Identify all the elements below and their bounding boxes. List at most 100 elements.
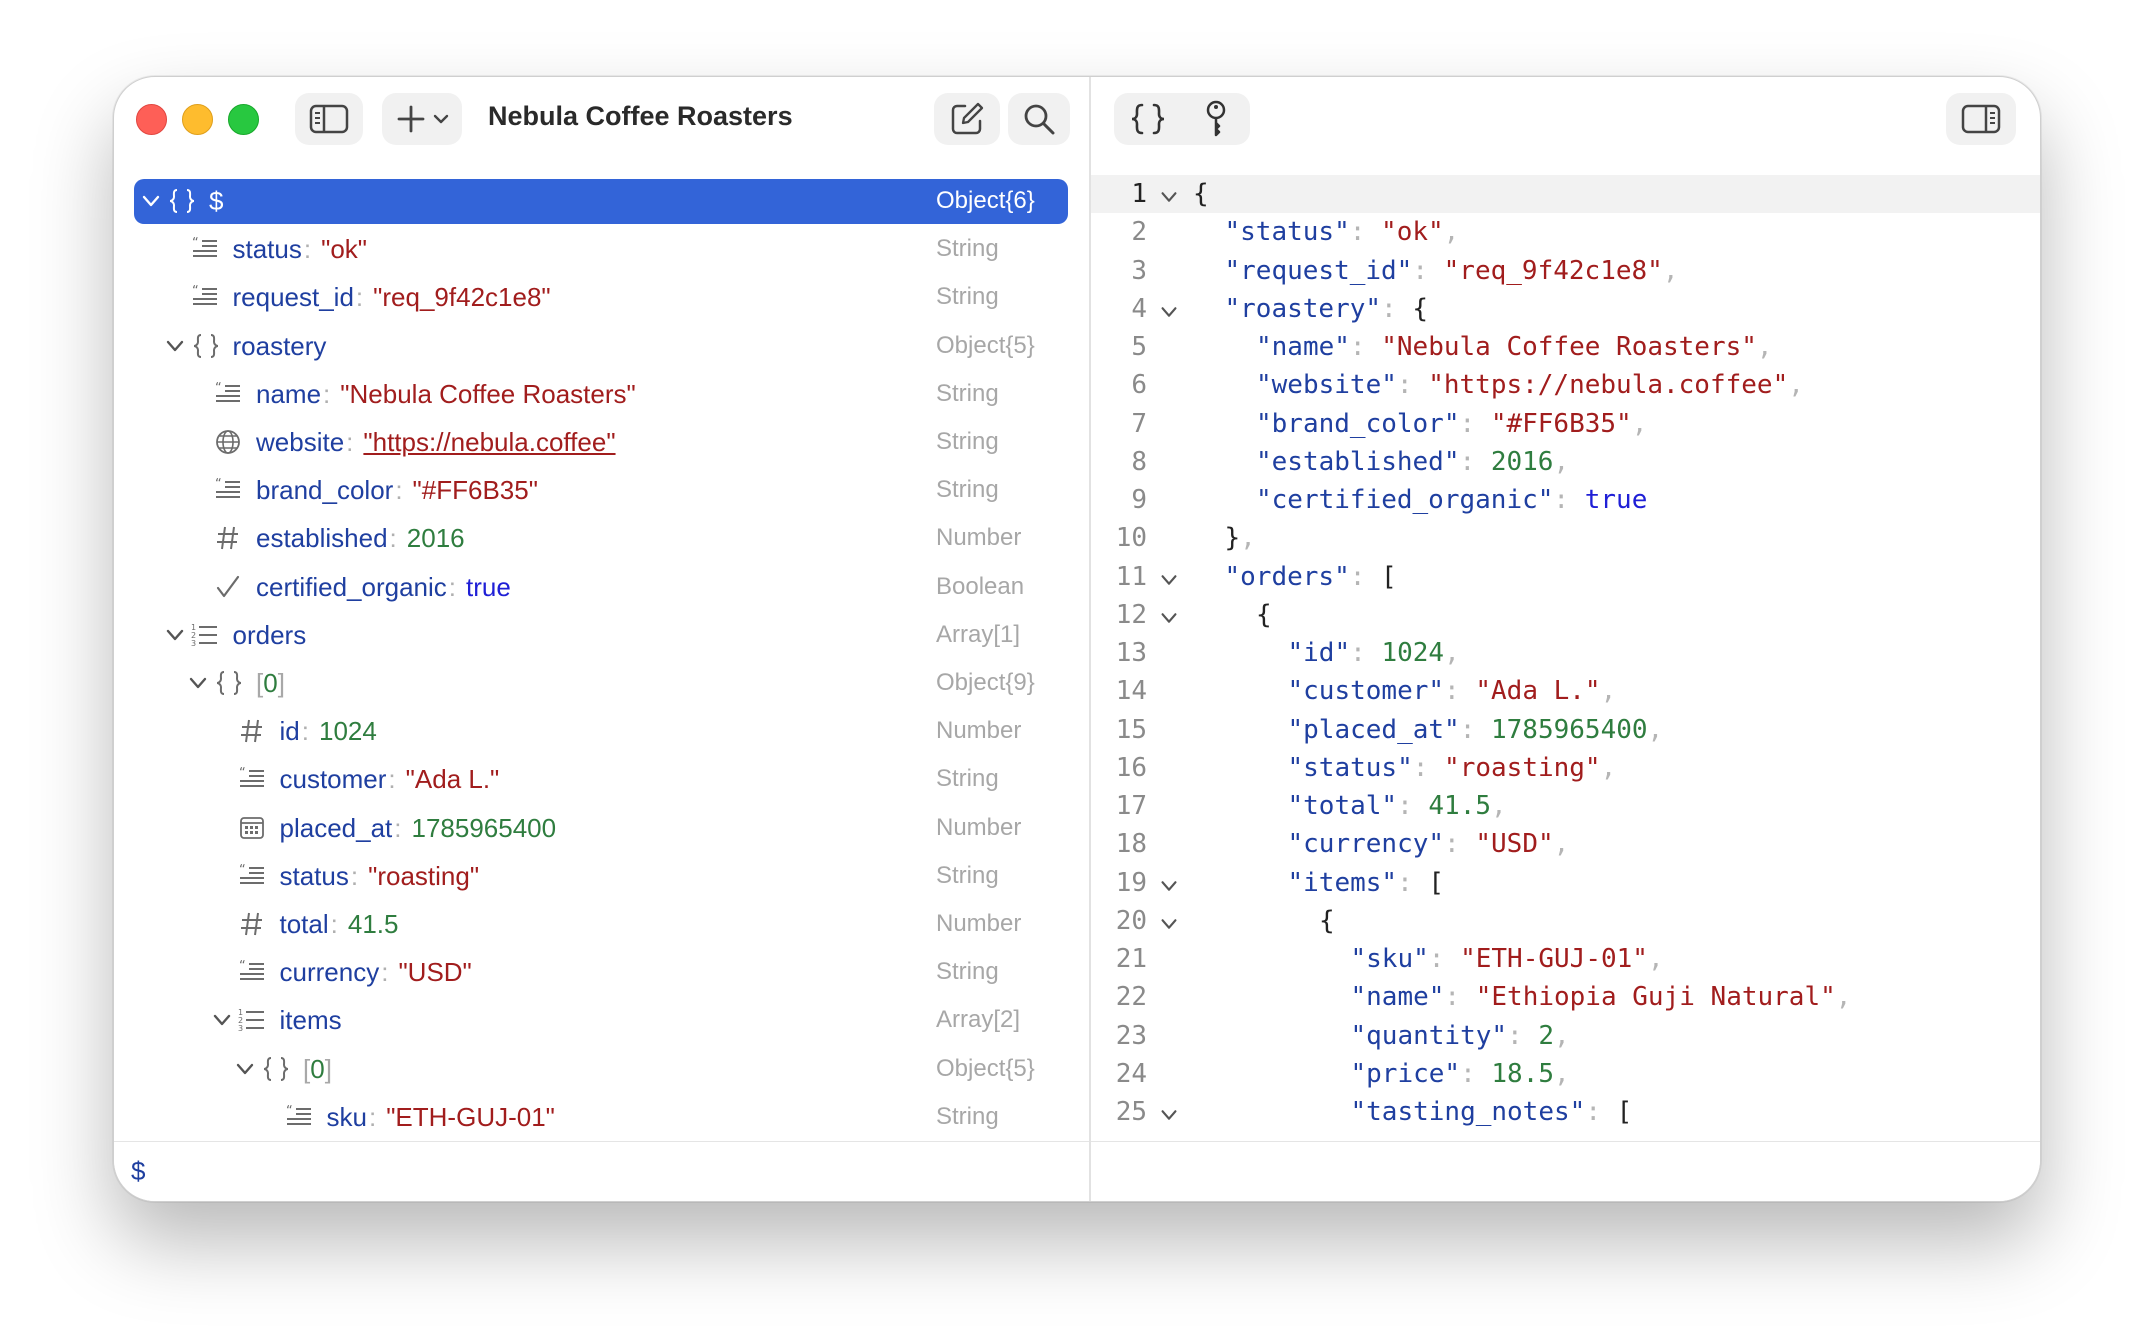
close-window-button[interactable]: [136, 104, 167, 135]
key-separator: :: [355, 282, 364, 313]
text-type-icon: “: [214, 380, 242, 408]
code-line[interactable]: 15 "placed_at": 1785965400,: [1091, 711, 2040, 749]
code-text: "name": "Nebula Coffee Roasters",: [1256, 332, 1773, 362]
toggle-sidebar-button[interactable]: [295, 93, 363, 145]
disclosure-chevron-icon[interactable]: [163, 334, 187, 358]
number-icon: [238, 910, 266, 938]
toggle-inspector-button[interactable]: [1946, 93, 2016, 145]
type-label: String: [936, 1102, 999, 1130]
key-view-button[interactable]: [1182, 93, 1250, 145]
code-line[interactable]: 2 "status": "ok",: [1091, 213, 2040, 251]
code-token: :: [1428, 944, 1461, 974]
fold-chevron-icon[interactable]: [1158, 606, 1180, 628]
code-line[interactable]: 24 "price": 18.5,: [1091, 1055, 2040, 1093]
fold-chevron-icon[interactable]: [1158, 568, 1180, 590]
current-path[interactable]: $: [131, 1156, 145, 1187]
tree-row[interactable]: “ status: "ok" String: [114, 225, 1089, 273]
key-separator: :: [395, 475, 403, 506]
fold-chevron-icon[interactable]: [1158, 1103, 1180, 1125]
disclosure-chevron-icon[interactable]: [233, 1057, 257, 1081]
code-token: :: [1585, 1097, 1617, 1127]
tree-row[interactable]: “ currency: "USD" String: [114, 948, 1089, 996]
code-token: "Ethiopia Guji Natural": [1475, 982, 1836, 1013]
code-text: "currency": "USD",: [1288, 829, 1570, 859]
tree-row[interactable]: established: 2016 Number: [114, 514, 1089, 562]
code-text: "request_id": "req_9f42c1e8",: [1225, 256, 1679, 286]
code-token: :: [1459, 408, 1491, 439]
fold-chevron-icon[interactable]: [1158, 300, 1180, 322]
zoom-window-button[interactable]: [228, 104, 259, 135]
code-line[interactable]: 1{: [1091, 175, 2040, 213]
tree-row[interactable]: [0] Object{5}: [114, 1045, 1089, 1093]
code-line[interactable]: 12 {: [1091, 596, 2040, 634]
tree-row[interactable]: total: 41.5 Number: [114, 900, 1089, 948]
tree-row[interactable]: “ request_id: "req_9f42c1e8" String: [114, 273, 1089, 321]
tree-row[interactable]: placed_at: 1785965400 Number: [114, 804, 1089, 852]
json-editor[interactable]: 1{2 "status": "ok", 3 "request_id": "req_9f…: [1091, 173, 2040, 1141]
code-line[interactable]: 22 "name": "Ethiopia Guji Natural",: [1091, 978, 2040, 1016]
disclosure-chevron-icon[interactable]: [163, 623, 187, 647]
tree-row-label: [0]: [303, 1054, 332, 1084]
disclosure-chevron-icon[interactable]: [186, 671, 210, 695]
key-name: orders: [232, 619, 307, 650]
tree-row[interactable]: “ customer: "Ada L." String: [114, 755, 1089, 803]
tree-row[interactable]: $ Object{6}: [114, 177, 1089, 225]
disclosure-chevron-icon[interactable]: [210, 1008, 234, 1032]
tree-row[interactable]: 1 2 3 items Array[2]: [114, 996, 1089, 1044]
fold-chevron-icon[interactable]: [1158, 874, 1180, 896]
code-line[interactable]: 13 "id": 1024,: [1091, 634, 2040, 672]
disclosure-chevron-icon[interactable]: [139, 189, 163, 213]
code-line[interactable]: 7 "brand_color": "#FF6B35",: [1091, 405, 2040, 443]
tree-row[interactable]: roastery Object{5}: [114, 322, 1089, 370]
fold-chevron-icon[interactable]: [1158, 185, 1180, 207]
add-menu-button[interactable]: [382, 93, 462, 145]
tree-row-label: orders: [233, 620, 307, 650]
line-number: 8: [1131, 446, 1147, 477]
code-line[interactable]: 6 "website": "https://nebula.coffee",: [1091, 366, 2040, 404]
code-line[interactable]: 20 {: [1091, 902, 2040, 940]
tree-row[interactable]: [0] Object{9}: [114, 659, 1089, 707]
code-line[interactable]: 5 "name": "Nebula Coffee Roasters",: [1091, 328, 2040, 366]
code-line[interactable]: 23 "quantity": 2,: [1091, 1017, 2040, 1055]
code-line[interactable]: 9 "certified_organic": true: [1091, 481, 2040, 519]
key-name: name: [256, 378, 322, 409]
code-token: ,: [1600, 752, 1617, 783]
type-label: Number: [936, 717, 1022, 745]
code-line[interactable]: 11 "orders": [: [1091, 558, 2040, 596]
value-text: "ETH-GUJ-01": [386, 1101, 555, 1132]
code-line[interactable]: 19 "items": [: [1091, 864, 2040, 902]
tree-row[interactable]: certified_organic: true Boolean: [114, 563, 1089, 611]
tree-row[interactable]: id: 1024 Number: [114, 707, 1089, 755]
code-line[interactable]: 16 "status": "roasting",: [1091, 749, 2040, 787]
tree-row[interactable]: “ status: "roasting" String: [114, 852, 1089, 900]
json-view-button[interactable]: [1114, 93, 1182, 145]
code-line[interactable]: 25 "tasting_notes": [: [1091, 1093, 2040, 1131]
code-line[interactable]: 10},: [1091, 519, 2040, 557]
code-line[interactable]: 14 "customer": "Ada L.",: [1091, 672, 2040, 710]
code-token: :: [1397, 791, 1429, 821]
fold-chevron-icon[interactable]: [1158, 912, 1180, 934]
code-line[interactable]: 3 "request_id": "req_9f42c1e8",: [1091, 252, 2040, 290]
code-line[interactable]: 4 "roastery": {: [1091, 290, 2040, 328]
tree-row-label: $: [209, 186, 223, 216]
code-line[interactable]: 21 "sku": "ETH-GUJ-01",: [1091, 940, 2040, 978]
minimize-window-button[interactable]: [182, 104, 213, 135]
value-link[interactable]: "https://nebula.coffee": [363, 427, 615, 457]
tree-row[interactable]: “ sku: "ETH-GUJ-01" String: [114, 1093, 1089, 1141]
code-line[interactable]: 17 "total": 41.5,: [1091, 787, 2040, 825]
tree-row[interactable]: “ brand_color: "#FF6B35" String: [114, 466, 1089, 514]
tree-row[interactable]: 1 2 3 orders Array[1]: [114, 611, 1089, 659]
key-name: roastery: [232, 330, 327, 361]
tree-row[interactable]: “ name: "Nebula Coffee Roasters" String: [114, 370, 1089, 418]
edit-button[interactable]: [934, 93, 1000, 145]
code-token: "tasting_notes": [1350, 1097, 1586, 1127]
code-text: "brand_color": "#FF6B35",: [1256, 409, 1647, 439]
code-line[interactable]: 18 "currency": "USD",: [1091, 825, 2040, 863]
svg-text:“: “: [239, 766, 246, 781]
code-token: "currency": [1287, 829, 1445, 860]
tree-row[interactable]: website: "https://nebula.coffee" String: [114, 418, 1089, 466]
code-line[interactable]: 8 "established": 2016,: [1091, 443, 2040, 481]
code-token: "website": [1256, 370, 1397, 401]
search-button[interactable]: [1008, 93, 1070, 145]
code-token: :: [1444, 676, 1476, 707]
